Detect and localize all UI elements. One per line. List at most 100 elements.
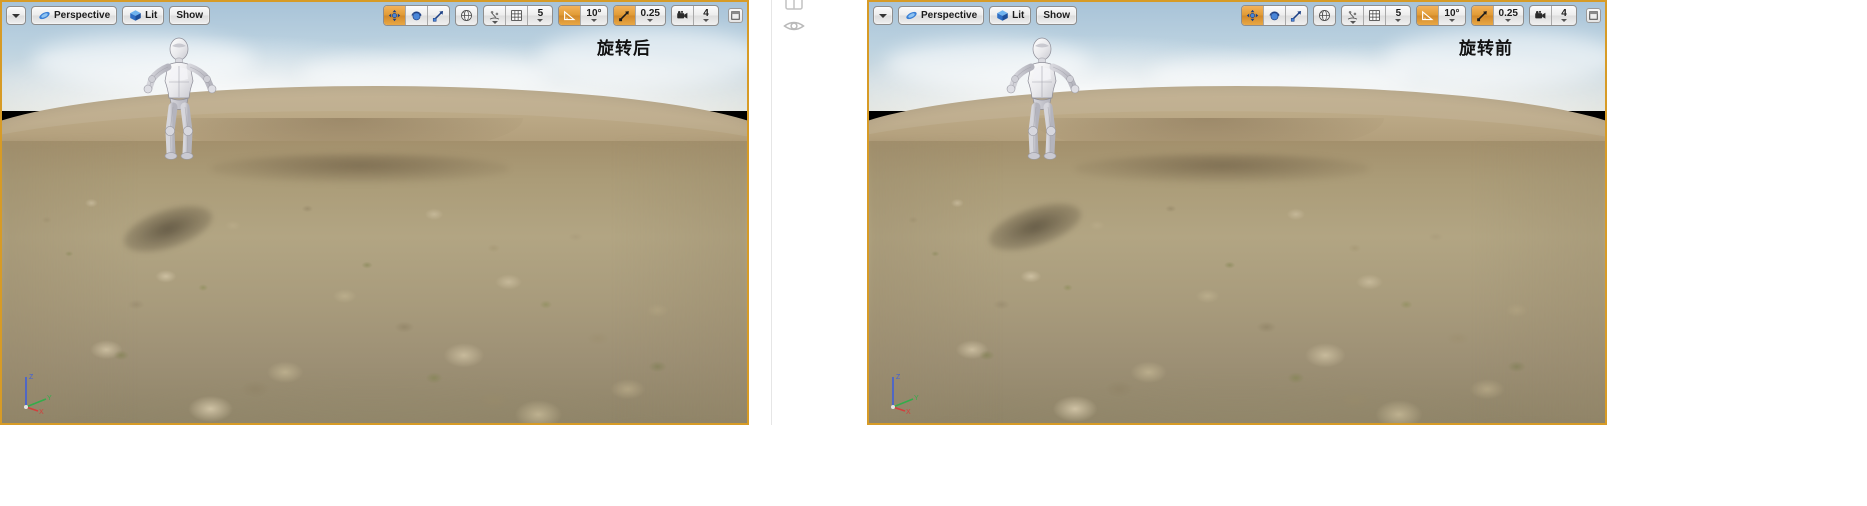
viewport-left-toolbar: Perspective Lit Show 5 10° 0.25 4 <box>2 2 747 29</box>
scale-snap-value-text: 0.25 <box>1498 8 1518 19</box>
chevron-down-icon <box>703 19 709 22</box>
view-mode-button[interactable]: Perspective <box>898 6 985 25</box>
snapping-group: 5 <box>1341 5 1412 26</box>
rotation-snap-group: 10° <box>1416 5 1466 26</box>
world-coordinate-button[interactable] <box>1314 6 1335 25</box>
toolbar-right-group: 5 10° 0.25 4 <box>1241 5 1601 26</box>
chevron-down-icon <box>590 19 597 22</box>
mannequin-character[interactable] <box>128 36 230 171</box>
world-globe-icon <box>1318 9 1331 22</box>
editor-root: Z Y X 旋转后 Perspective Lit Show 5 10° 0.2… <box>0 0 1867 506</box>
angle-triangle-icon <box>1421 9 1434 22</box>
grid-snap-value[interactable]: 5 <box>528 6 552 25</box>
terrain-ridge <box>210 153 509 184</box>
svg-text:X: X <box>906 409 911 415</box>
camera-speed-group: 4 <box>671 5 719 26</box>
coordinate-system-group <box>1313 5 1337 26</box>
rotation-snap-value[interactable]: 10° <box>1439 6 1464 25</box>
svg-text:Y: Y <box>47 395 52 402</box>
scale-snap-toggle[interactable] <box>1471 6 1494 25</box>
lit-cube-icon <box>129 9 142 22</box>
scale-mode-button[interactable] <box>1286 6 1307 25</box>
camera-speed-value[interactable]: 4 <box>1552 6 1576 25</box>
rotation-snap-value[interactable]: 10° <box>581 6 606 25</box>
move-arrows-icon <box>388 9 401 22</box>
camera-speed-value[interactable]: 4 <box>694 6 718 25</box>
grid-snap-value-text: 5 <box>1395 8 1402 19</box>
camera-speed-value-text: 4 <box>703 8 709 19</box>
coordinate-system-group <box>455 5 479 26</box>
viewport-left[interactable]: Z Y X 旋转后 Perspective Lit Show 5 10° 0.2… <box>0 0 749 425</box>
viewport-right-scene[interactable]: Z Y X <box>869 2 1605 423</box>
terrain-ridge <box>1075 153 1370 184</box>
scale-snap-icon <box>618 9 631 22</box>
viewport-options-button[interactable] <box>873 6 893 25</box>
grid-snap-button[interactable] <box>1364 6 1387 25</box>
scale-snap-value[interactable]: 0.25 <box>1494 6 1523 25</box>
gutter-divider <box>771 0 772 425</box>
axis-gizmo: Z Y X <box>883 369 929 416</box>
toolbar-left-group: Perspective Lit Show <box>873 6 1078 25</box>
perspective-camera-icon <box>38 9 51 22</box>
view-mode-label: Perspective <box>921 9 978 21</box>
show-menu-label: Show <box>176 9 204 21</box>
translate-mode-button[interactable] <box>1242 6 1265 25</box>
world-coordinate-button[interactable] <box>456 6 477 25</box>
surface-snap-button[interactable] <box>484 6 507 25</box>
svg-text:Z: Z <box>896 374 901 381</box>
chevron-down-icon <box>1505 19 1512 22</box>
maximize-viewport-button[interactable] <box>728 8 743 23</box>
maximize-viewport-button[interactable] <box>1586 8 1601 23</box>
panel-layout-icon[interactable] <box>785 0 803 12</box>
translate-mode-button[interactable] <box>384 6 407 25</box>
scale-snap-toggle[interactable] <box>613 6 636 25</box>
surface-snap-button[interactable] <box>1342 6 1365 25</box>
scale-snap-value[interactable]: 0.25 <box>636 6 665 25</box>
motion-blur-right <box>1472 140 1605 423</box>
rotation-snap-value-text: 10° <box>1444 8 1460 19</box>
eye-visibility-icon[interactable] <box>783 18 805 34</box>
annotation-label-after-rotation: 旋转后 <box>597 39 651 58</box>
chevron-down-icon <box>1395 19 1402 22</box>
viewport-right-toolbar: Perspective Lit Show 5 10° 0.25 4 <box>869 2 1605 29</box>
grid-snap-value[interactable]: 5 <box>1386 6 1410 25</box>
chevron-down-icon <box>1448 19 1455 22</box>
scale-snap-icon <box>1476 9 1489 22</box>
camera-icon <box>676 9 689 22</box>
lighting-mode-button[interactable]: Lit <box>122 6 165 25</box>
move-arrows-icon <box>1246 9 1259 22</box>
rotation-snap-toggle[interactable] <box>559 6 582 25</box>
rotate-mode-button[interactable] <box>1264 6 1287 25</box>
viewport-options-button[interactable] <box>6 6 26 25</box>
rotate-mode-button[interactable] <box>406 6 429 25</box>
viewport-right[interactable]: Z Y X 旋转前 Perspective Lit Show 5 10° 0.2… <box>867 0 1607 425</box>
angle-triangle-icon <box>563 9 576 22</box>
rotation-snap-toggle[interactable] <box>1417 6 1440 25</box>
scale-mode-button[interactable] <box>428 6 449 25</box>
camera-icon <box>1534 9 1547 22</box>
axis-gizmo: Z Y X <box>16 369 62 416</box>
chevron-down-icon <box>491 21 498 24</box>
maximize-viewport-icon <box>1589 7 1598 25</box>
chevron-down-icon <box>879 13 887 18</box>
mannequin-character[interactable] <box>991 36 1093 171</box>
camera-speed-icon-cell[interactable] <box>672 6 694 25</box>
rotate-sphere-icon <box>410 9 423 22</box>
show-menu-label: Show <box>1043 9 1071 21</box>
scale-snap-value-text: 0.25 <box>640 8 660 19</box>
show-menu-button[interactable]: Show <box>1036 6 1078 25</box>
grid-icon <box>1368 9 1381 22</box>
view-mode-button[interactable]: Perspective <box>31 6 118 25</box>
chevron-down-icon <box>537 19 544 22</box>
grid-snap-button[interactable] <box>506 6 529 25</box>
viewport-left-scene[interactable]: Z Y X <box>2 2 747 423</box>
camera-speed-icon-cell[interactable] <box>1530 6 1552 25</box>
camera-speed-group: 4 <box>1529 5 1577 26</box>
svg-text:Z: Z <box>29 374 34 381</box>
chevron-down-icon <box>1561 19 1567 22</box>
perspective-camera-icon <box>905 9 918 22</box>
transform-mode-group <box>1241 5 1309 26</box>
toolbar-left-group: Perspective Lit Show <box>6 6 211 25</box>
lighting-mode-button[interactable]: Lit <box>989 6 1032 25</box>
show-menu-button[interactable]: Show <box>169 6 211 25</box>
